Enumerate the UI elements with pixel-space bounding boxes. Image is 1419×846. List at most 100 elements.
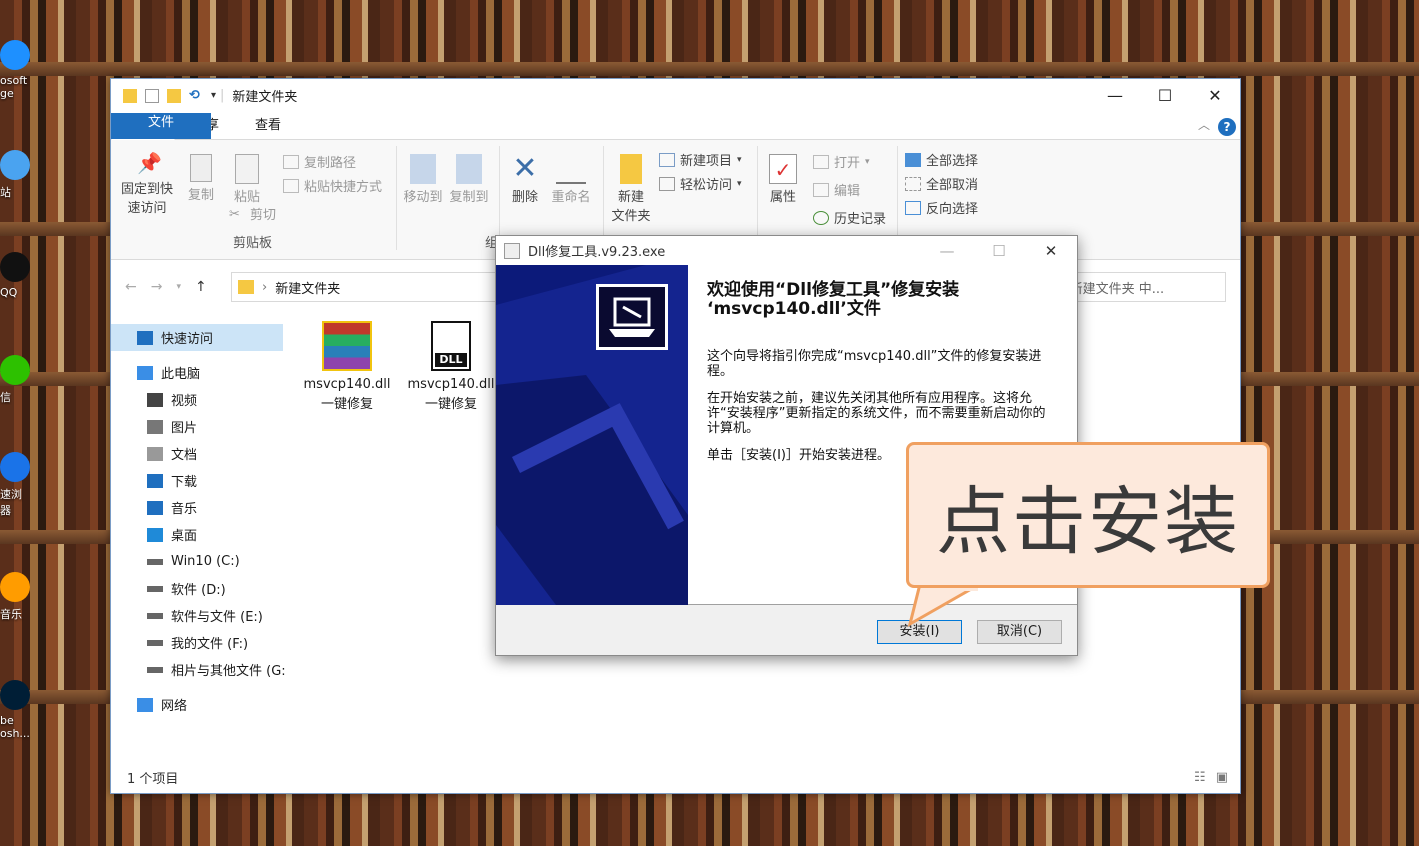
- large-icons-view-icon[interactable]: ▣: [1216, 770, 1228, 785]
- properties-icon[interactable]: [145, 88, 159, 103]
- nav-item[interactable]: 网络: [111, 691, 287, 718]
- nav-item[interactable]: 文档: [111, 440, 287, 467]
- close-button[interactable]: ✕: [1190, 79, 1240, 112]
- new-item-button[interactable]: 新建项目 ▾: [659, 150, 742, 169]
- nav-item[interactable]: 我的文件 (F:): [111, 629, 287, 656]
- details-view-icon[interactable]: ☷: [1194, 770, 1206, 785]
- nav-item[interactable]: 相片与其他文件 (G:: [111, 656, 287, 683]
- desktop-app-icon: [0, 452, 30, 482]
- desktop-shortcut[interactable]: 音乐: [0, 572, 40, 622]
- desktop-app-icon: [0, 40, 30, 70]
- properties-button[interactable]: ✓ 属性: [763, 154, 803, 207]
- desktop-shortcut-label: 音乐: [0, 608, 22, 621]
- status-bar-text: 1 个项目: [127, 772, 179, 787]
- up-arrow-icon[interactable]: ↑: [195, 279, 207, 295]
- picture-icon: [147, 419, 163, 434]
- maximize-button[interactable]: ☐: [1140, 79, 1190, 112]
- desktop-shortcut-label: 站: [0, 186, 11, 199]
- forward-arrow-icon[interactable]: →: [151, 279, 163, 295]
- desktop-shortcut[interactable]: osoft ge: [0, 40, 40, 100]
- archive-icon: [322, 321, 372, 371]
- wizard-side-banner: [496, 265, 688, 605]
- nav-item-label: 相片与其他文件 (G:: [171, 664, 286, 679]
- nav-item-label: 图片: [171, 421, 198, 436]
- wizard-paragraph: 在开始安装之前，建议先关闭其他所有应用程序。这将允许“安装程序”更新指定的系统文…: [707, 391, 1046, 436]
- paste-button[interactable]: 粘贴: [229, 154, 265, 207]
- delete-x-icon: ✕: [512, 151, 538, 186]
- nav-item[interactable]: 软件与文件 (E:): [111, 602, 287, 629]
- drive-icon: [147, 666, 163, 673]
- easy-access-button[interactable]: 轻松访问 ▾: [659, 174, 742, 193]
- new-folder-icon: [620, 154, 642, 184]
- nav-item[interactable]: Win10 (C:): [111, 548, 287, 575]
- tab-view[interactable]: 查看: [237, 113, 299, 139]
- breadcrumb-separator-icon: ›: [262, 279, 268, 295]
- undo-icon[interactable]: ⟲: [189, 88, 203, 103]
- history-button[interactable]: 历史记录: [813, 208, 886, 227]
- new-folder-icon[interactable]: [167, 88, 181, 103]
- nav-item[interactable]: 视频: [111, 386, 287, 413]
- file-name: msvcp140.dll 一键修复: [303, 377, 391, 412]
- move-to-button[interactable]: 移动到: [401, 154, 445, 207]
- desktop-shortcut[interactable]: 站: [0, 150, 40, 200]
- dialog-maximize-button[interactable]: ☐: [973, 242, 1025, 260]
- computer-icon: [137, 365, 153, 380]
- desktop-shortcut-label: QQ: [0, 286, 18, 299]
- paste-shortcut-button[interactable]: 粘贴快捷方式: [283, 176, 382, 195]
- callout-text: 点击安装: [936, 478, 1240, 565]
- copy-to-button[interactable]: 复制到: [447, 154, 491, 207]
- paste-shortcut-icon: [283, 178, 299, 193]
- copy-to-icon: [456, 154, 482, 184]
- rename-button[interactable]: 重命名: [549, 154, 593, 207]
- desktop-shortcut[interactable]: 速浏 器: [0, 452, 40, 518]
- desktop-shortcut[interactable]: be osh...: [0, 680, 40, 740]
- nav-item[interactable]: 软件 (D:): [111, 575, 287, 602]
- desktop-app-icon: [0, 252, 30, 282]
- address-input[interactable]: › 新建文件夹: [231, 272, 501, 302]
- recent-dropdown-icon[interactable]: ▾: [176, 282, 181, 292]
- desktop-icon: [147, 527, 163, 542]
- new-folder-button[interactable]: 新建 文件夹: [607, 154, 655, 226]
- copy-path-button[interactable]: 复制路径: [283, 152, 356, 171]
- dialog-close-button[interactable]: ✕: [1025, 242, 1077, 260]
- nav-item[interactable]: 下载: [111, 467, 287, 494]
- nav-item[interactable]: 音乐: [111, 494, 287, 521]
- nav-item-label: 我的文件 (F:): [171, 637, 249, 652]
- copy-button[interactable]: 复制: [183, 154, 219, 205]
- desktop-shortcut[interactable]: 信: [0, 355, 40, 405]
- video-icon: [147, 392, 163, 407]
- nav-item[interactable]: 图片: [111, 413, 287, 440]
- nav-item[interactable]: 桌面: [111, 521, 287, 548]
- edit-button[interactable]: 编辑: [813, 180, 860, 199]
- tab-file[interactable]: 文件: [111, 113, 211, 139]
- music-icon: [147, 500, 163, 515]
- minimize-button[interactable]: —: [1090, 79, 1140, 112]
- nav-item-label: 网络: [161, 699, 188, 714]
- select-none-icon: [905, 176, 921, 191]
- clipboard-icon: [235, 154, 259, 184]
- folder-icon: [238, 280, 254, 294]
- dialog-minimize-button[interactable]: —: [921, 242, 973, 260]
- new-item-icon: [659, 152, 675, 167]
- file-item-dll[interactable]: DLL msvcp140.dll 一键修复: [401, 321, 501, 415]
- nav-item[interactable]: 快速访问: [111, 324, 283, 351]
- invert-selection-button[interactable]: 反向选择: [905, 198, 978, 217]
- easy-access-icon: [659, 176, 675, 191]
- select-all-button[interactable]: 全部选择: [905, 150, 978, 169]
- file-item-archive[interactable]: msvcp140.dll 一键修复: [297, 321, 397, 415]
- desktop-app-icon: [0, 150, 30, 180]
- cut-button[interactable]: ✂ 剪切: [229, 204, 276, 224]
- select-none-button[interactable]: 全部取消: [905, 174, 978, 193]
- open-button[interactable]: 打开 ▾: [813, 152, 870, 171]
- quick-access-dropdown-icon[interactable]: ▾: [211, 90, 216, 101]
- star-icon: [137, 330, 153, 345]
- collapse-ribbon-icon[interactable]: ︿: [1198, 116, 1210, 133]
- help-icon[interactable]: ?: [1218, 118, 1236, 136]
- nav-item-label: Win10 (C:): [171, 554, 240, 569]
- nav-item[interactable]: 此电脑: [111, 359, 287, 386]
- dll-icon: DLL: [431, 321, 471, 371]
- back-arrow-icon[interactable]: ←: [125, 279, 137, 295]
- pin-quick-access-button[interactable]: 📌 固定到快 速访问: [117, 153, 177, 218]
- delete-button[interactable]: ✕ 删除: [505, 154, 545, 207]
- desktop-shortcut[interactable]: QQ: [0, 252, 40, 299]
